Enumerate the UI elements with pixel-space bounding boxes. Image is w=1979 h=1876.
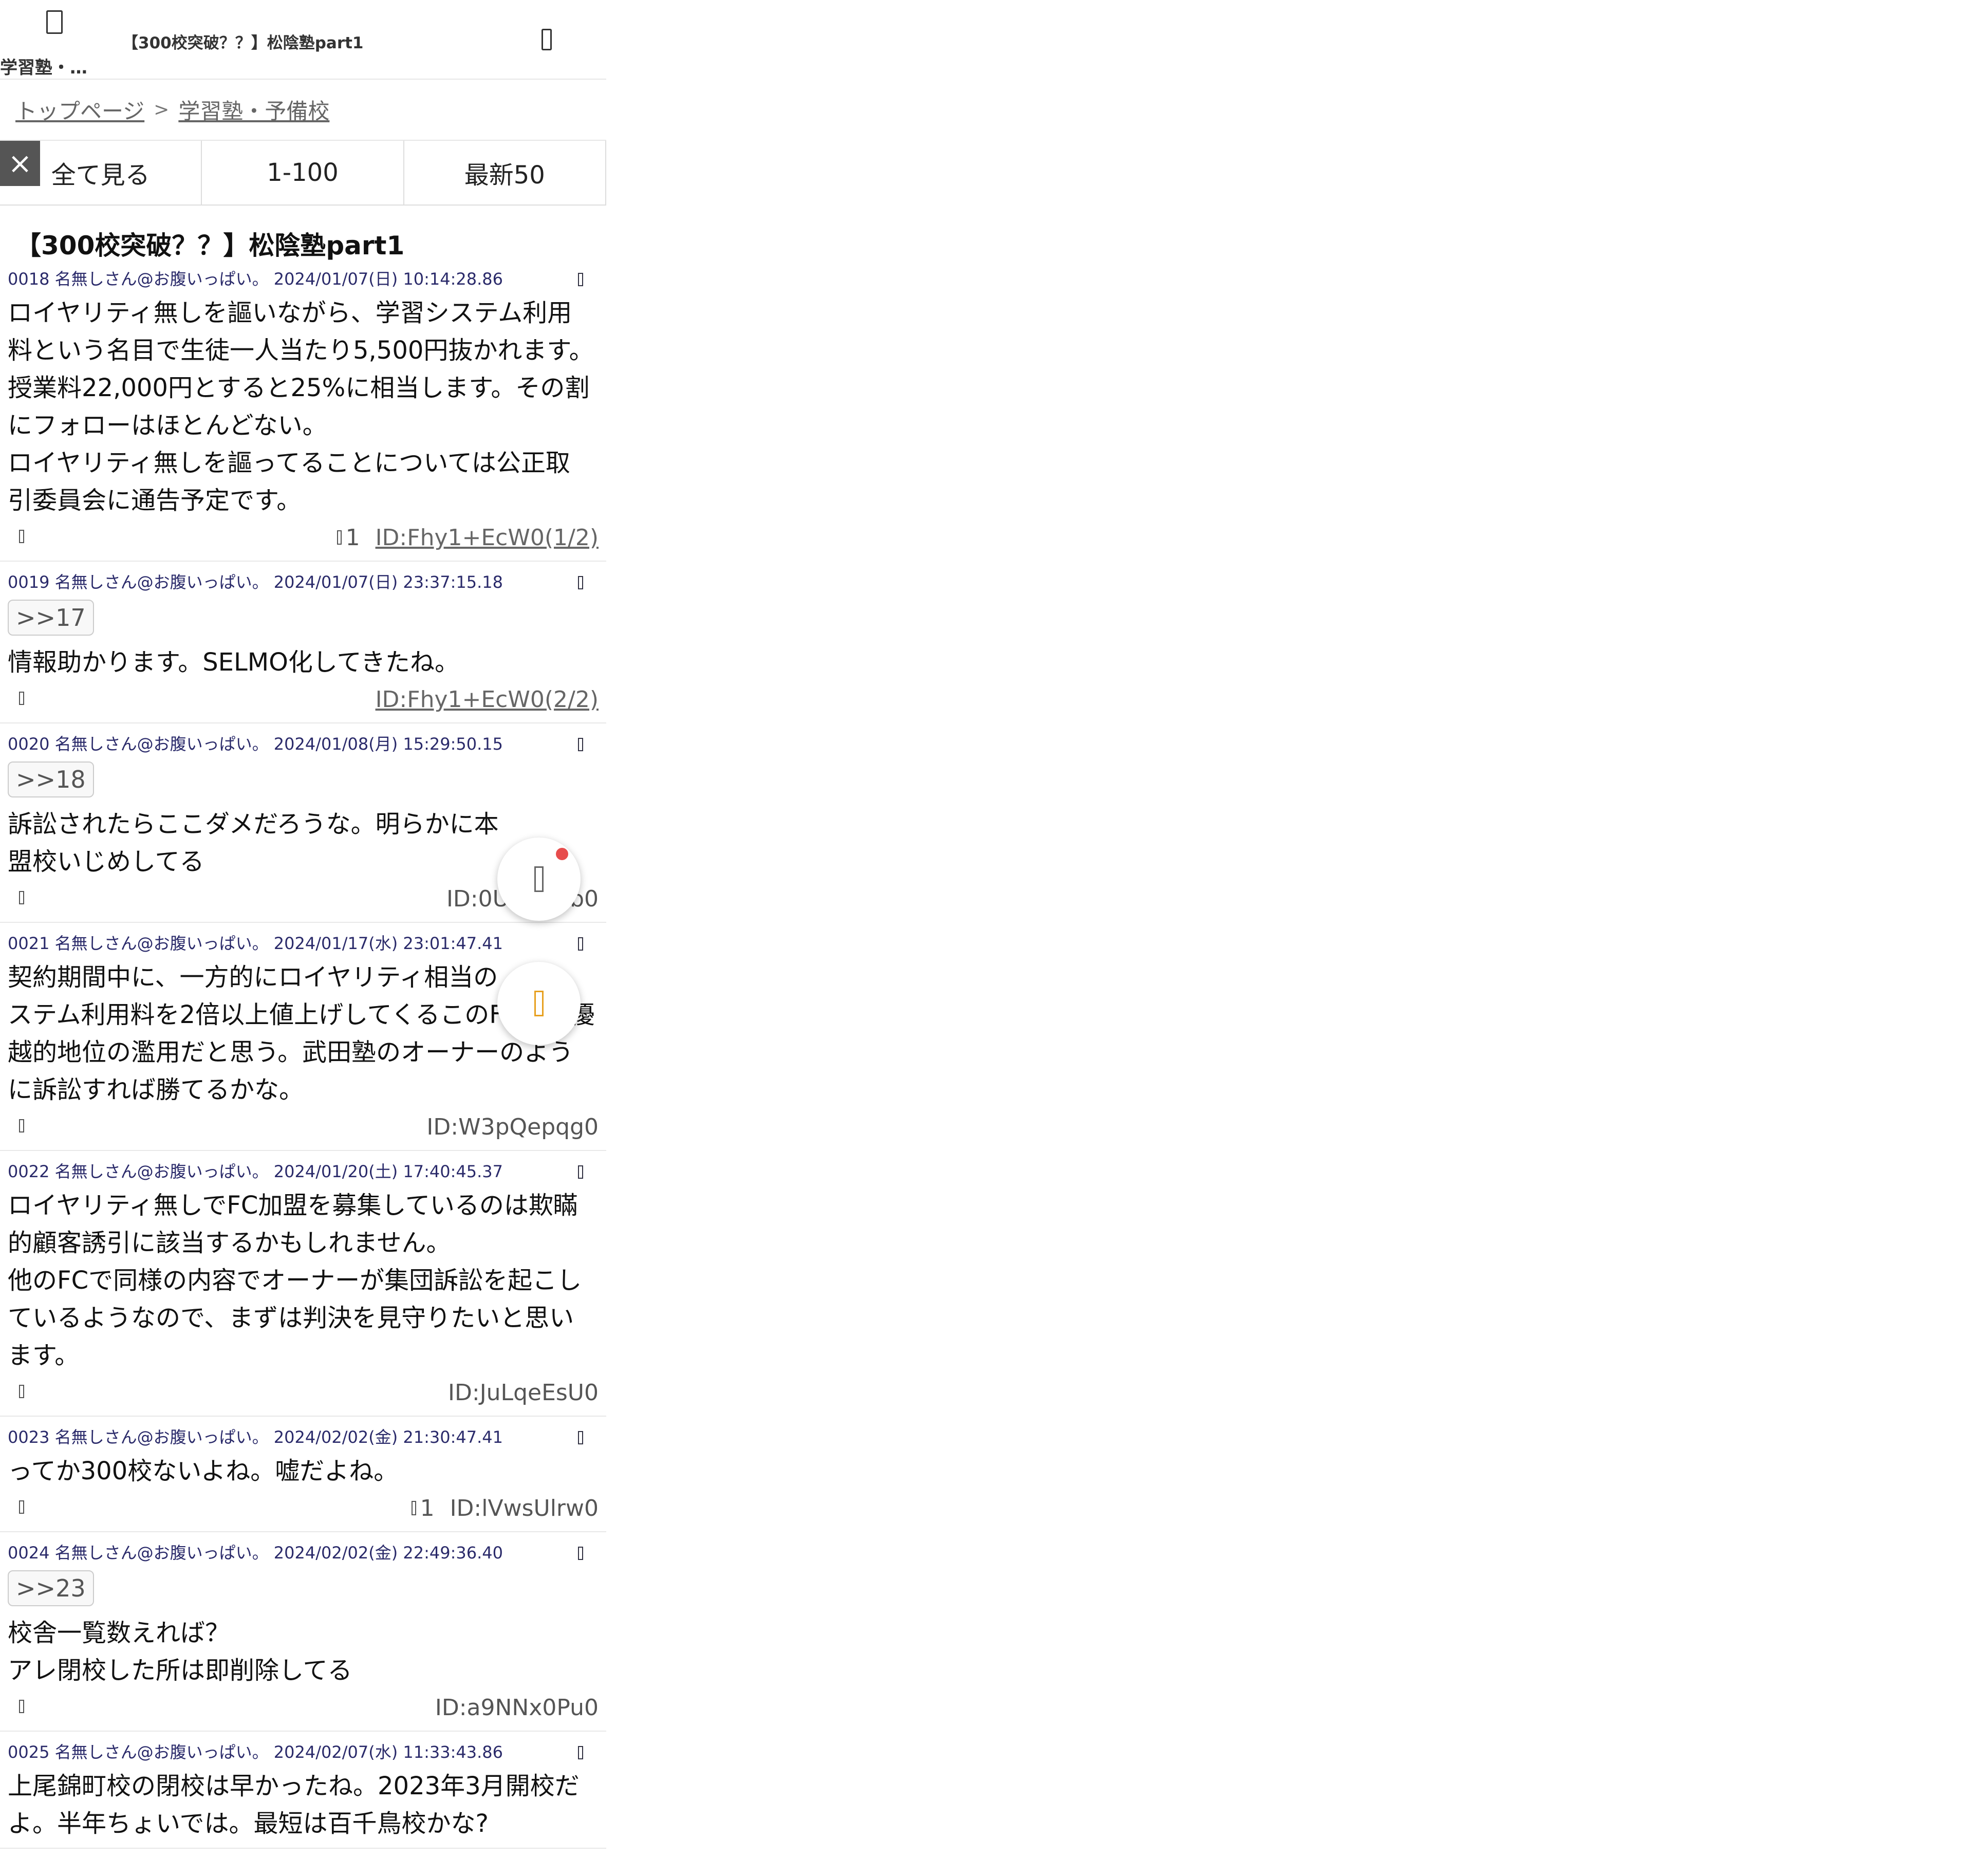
close-icon[interactable]: × (0, 141, 40, 186)
poster-id: ID:W3pQepqg0 (426, 1113, 599, 1140)
post-meta-text: 0022 名無しさん@お腹いっぱい。 2024/01/20(土) 17:40:4… (8, 1162, 503, 1181)
poster-id: ID:a9NNx0Pu0 (435, 1694, 599, 1721)
breadcrumb-separator: > (154, 99, 170, 120)
post-list: 0018 名無しさん@お腹いっぱい。 2024/01/07(日) 10:14:2… (0, 258, 606, 1849)
reply-count-value: 1 (420, 1495, 435, 1521)
post-item: 0025 名無しさん@お腹いっぱい。 2024/02/07(水) 11:33:4… (0, 1732, 606, 1849)
post-footer: ID:W3pQepqg0 (8, 1109, 599, 1145)
back-icon[interactable] (46, 10, 63, 34)
reply-count-value: 1 (345, 524, 360, 551)
write-button[interactable] (497, 962, 581, 1045)
reply-icon[interactable] (19, 692, 24, 705)
post-item: 0023 名無しさん@お腹いっぱい。 2024/02/02(金) 21:30:4… (0, 1417, 606, 1532)
post-menu-icon[interactable] (578, 1547, 583, 1560)
reply-icon[interactable] (19, 1500, 24, 1514)
bell-icon (534, 866, 544, 892)
post-body: ロイヤリティ無しでFC加盟を募集しているのは欺瞞 的顧客誘引に該当するかもしれま… (8, 1191, 582, 1370)
reply-anchor[interactable]: >>17 (8, 600, 94, 636)
post-body: 上尾錦町校の閉校は早かったね。2023年3月開校だ よ。半年ちょいでは。最短は百… (8, 1772, 580, 1838)
post-meta: 0023 名無しさん@お腹いっぱい。 2024/02/02(金) 21:30:4… (8, 1427, 599, 1447)
post-meta: 0024 名無しさん@お腹いっぱい。 2024/02/02(金) 22:49:3… (8, 1543, 599, 1563)
tab-latest-50[interactable]: 最新50 (404, 141, 606, 205)
header-bar: 学習塾・… 【300校突破？？】松陰塾part1 (0, 0, 606, 80)
breadcrumb-top-link[interactable]: トップページ (15, 94, 144, 125)
tab-1-100[interactable]: 1-100 (202, 141, 404, 205)
post-menu-icon[interactable] (578, 1746, 583, 1759)
post-menu-icon[interactable] (578, 273, 583, 286)
post-meta: 0018 名無しさん@お腹いっぱい。 2024/01/07(日) 10:14:2… (8, 269, 599, 289)
app: 学習塾・… 【300校突破？？】松陰塾part1 トップページ > 学習塾・予備… (0, 0, 606, 1876)
range-tabs: 全て見る 1-100 最新50 × (0, 141, 606, 206)
post-menu-icon[interactable] (578, 937, 583, 951)
post-body: 校舎一覧数えれば？ アレ閉校した所は即削除してる (8, 1619, 352, 1685)
pencil-icon (534, 991, 544, 1016)
reply-icon[interactable] (19, 1700, 24, 1713)
post-item: 0018 名無しさん@お腹いっぱい。 2024/01/07(日) 10:14:2… (0, 258, 606, 562)
poster-id: ID:lVwsUlrw0 (450, 1495, 599, 1521)
comment-icon (411, 1501, 416, 1515)
post-footer: ID:JuLqeEsU0 (8, 1375, 599, 1410)
poster-id[interactable]: ID:Fhy1+EcW0(1/2) (376, 525, 599, 551)
reply-icon[interactable] (19, 1119, 24, 1132)
post-body: 情報助かります。SELMO化してきたね。 (8, 648, 460, 677)
notification-button[interactable] (497, 838, 581, 921)
post-footer: 1 ID:Fhy1+EcW0(1/2) (8, 519, 599, 555)
post-meta-text: 0025 名無しさん@お腹いっぱい。 2024/02/07(水) 11:33:4… (8, 1742, 503, 1762)
poster-id[interactable]: ID:Fhy1+EcW0(2/2) (376, 686, 599, 713)
post-body: ロイヤリティ無しを謳いながら、学習システム利用 料という名目で生徒一人当たり5,… (8, 299, 594, 515)
reply-icon[interactable] (19, 530, 24, 543)
post-item: 0022 名無しさん@お腹いっぱい。 2024/01/20(土) 17:40:4… (0, 1151, 606, 1417)
poster-id: ID:JuLqeEsU0 (448, 1379, 599, 1406)
breadcrumb-board-link[interactable]: 学習塾・予備校 (178, 94, 329, 125)
post-meta-text: 0023 名無しさん@お腹いっぱい。 2024/02/02(金) 21:30:4… (8, 1427, 503, 1447)
post-meta-text: 0019 名無しさん@お腹いっぱい。 2024/01/07(日) 23:37:1… (8, 572, 503, 592)
notification-dot (556, 848, 568, 860)
post-meta: 0019 名無しさん@お腹いっぱい。 2024/01/07(日) 23:37:1… (8, 572, 599, 592)
reply-anchor[interactable]: >>18 (8, 761, 94, 797)
reply-count[interactable]: 1 (411, 1495, 435, 1521)
post-meta-text: 0021 名無しさん@お腹いっぱい。 2024/01/17(水) 23:01:4… (8, 934, 503, 953)
post-meta: 0020 名無しさん@お腹いっぱい。 2024/01/08(月) 15:29:5… (8, 734, 599, 754)
post-footer: ID:a9NNx0Pu0 (8, 1689, 599, 1725)
post-meta: 0025 名無しさん@お腹いっぱい。 2024/02/07(水) 11:33:4… (8, 1742, 599, 1762)
post-item: 0024 名無しさん@お腹いっぱい。 2024/02/02(金) 22:49:3… (0, 1532, 606, 1732)
post-meta: 0021 名無しさん@お腹いっぱい。 2024/01/17(水) 23:01:4… (8, 933, 599, 954)
thread-title: 【300校突破？？】松陰塾part1 (15, 231, 405, 261)
post-menu-icon[interactable] (578, 1431, 583, 1444)
post-meta: 0022 名無しさん@お腹いっぱい。 2024/01/20(土) 17:40:4… (8, 1161, 599, 1182)
post-menu-icon[interactable] (578, 738, 583, 751)
post-body: ってか300校ないよね。嘘だよね。 (8, 1457, 399, 1485)
post-menu-icon[interactable] (578, 576, 583, 589)
post-item: 0019 名無しさん@お腹いっぱい。 2024/01/07(日) 23:37:1… (0, 562, 606, 723)
reply-count[interactable]: 1 (337, 525, 360, 551)
post-footer: ID:Fhy1+EcW0(2/2) (8, 681, 599, 717)
post-meta-text: 0024 名無しさん@お腹いっぱい。 2024/02/02(金) 22:49:3… (8, 1543, 503, 1563)
reply-anchor[interactable]: >>23 (8, 1570, 94, 1606)
board-name[interactable]: 学習塾・… (0, 53, 87, 79)
post-meta-text: 0020 名無しさん@お腹いっぱい。 2024/01/08(月) 15:29:5… (8, 734, 503, 754)
post-footer: 1 ID:lVwsUlrw0 (8, 1490, 599, 1526)
reply-icon[interactable] (19, 891, 24, 904)
comment-icon (337, 530, 342, 545)
header-title: 【300校突破？？】松陰塾part1 (122, 34, 364, 52)
post-menu-icon[interactable] (578, 1165, 583, 1179)
breadcrumb: トップページ > 学習塾・予備校 (0, 80, 606, 141)
menu-icon[interactable] (542, 29, 552, 50)
reply-icon[interactable] (19, 1385, 24, 1398)
post-meta-text: 0018 名無しさん@お腹いっぱい。 2024/01/07(日) 10:14:2… (8, 269, 503, 289)
